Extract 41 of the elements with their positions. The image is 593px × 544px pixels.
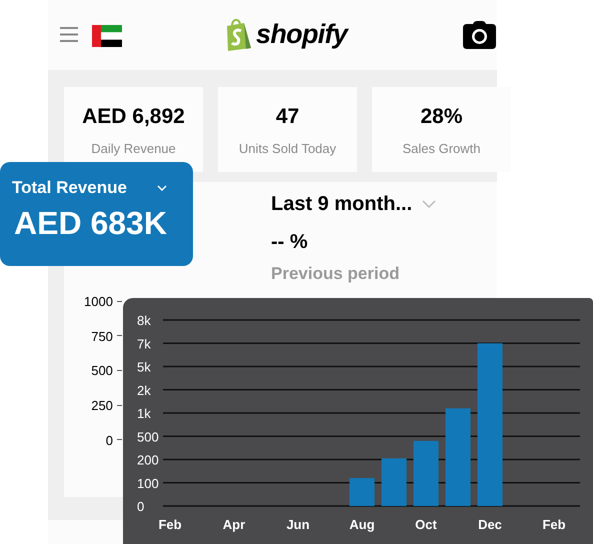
- comparison-caption: Previous period: [271, 263, 400, 285]
- total-revenue-value: AED 683K: [14, 206, 168, 238]
- axis-label: 1k: [137, 406, 151, 421]
- axis-label: Aug: [349, 517, 375, 532]
- axis-label: Feb: [542, 517, 566, 532]
- bar: [382, 458, 406, 506]
- axis-label: 0: [137, 499, 144, 514]
- stat-value: 47: [276, 104, 300, 130]
- axis-label: Dec: [478, 517, 502, 532]
- axis-label: Feb: [158, 517, 182, 532]
- axis-label: 5k: [137, 360, 151, 374]
- period-selector[interactable]: Last 9 month...: [271, 189, 412, 219]
- stat-value: AED 6,892: [82, 104, 185, 130]
- axis-label: 8k: [137, 313, 151, 328]
- logo-text: shopify: [256, 21, 348, 48]
- change-percent: -- %: [271, 230, 309, 255]
- stat-label: Daily Revenue: [91, 140, 176, 158]
- axis-label: 750: [91, 328, 113, 346]
- card-title: Total Revenue: [12, 177, 127, 199]
- axis-label: Apr: [222, 517, 246, 532]
- stat-label: Units Sold Today: [238, 140, 336, 158]
- stat-value: 28%: [420, 104, 463, 130]
- axis-label: 500: [137, 429, 159, 444]
- stat-label: Sales Growth: [402, 140, 481, 158]
- axis-label: 7k: [137, 336, 151, 352]
- axis-label: 200: [137, 452, 159, 468]
- shopping-bag-icon: [224, 18, 252, 51]
- menu-icon[interactable]: [60, 27, 78, 42]
- axis-label: 500: [91, 362, 113, 380]
- axis-label: 2k: [137, 382, 151, 398]
- axis-label: Jun: [286, 517, 310, 532]
- axis-label: 250: [91, 396, 113, 415]
- axis-label: 0: [106, 432, 113, 450]
- tick-mark: [116, 300, 122, 303]
- axis-label: Oct: [415, 517, 437, 532]
- flag-icon[interactable]: [92, 25, 122, 47]
- bar: [350, 478, 374, 506]
- camera-icon[interactable]: [463, 21, 496, 49]
- axis-label: 1000: [84, 293, 113, 311]
- bar: [414, 440, 438, 506]
- axis-label: 100: [137, 476, 159, 491]
